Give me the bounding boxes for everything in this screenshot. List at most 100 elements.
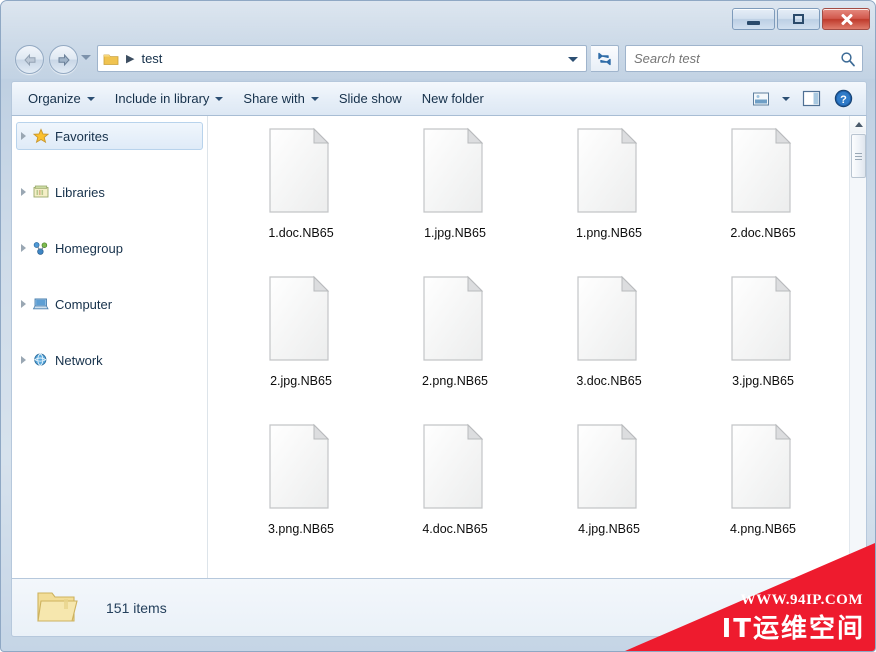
search-icon[interactable] xyxy=(840,51,856,67)
file-name-label: 3.doc.NB65 xyxy=(576,374,642,388)
expand-chevron-icon[interactable] xyxy=(21,132,26,140)
file-name-label: 4.jpg.NB65 xyxy=(578,522,640,536)
sidebar-item-favorites[interactable]: Favorites xyxy=(16,122,203,150)
toolbar-slide-show-button[interactable]: Slide show xyxy=(329,86,412,111)
file-item[interactable]: 2.png.NB65 xyxy=(378,274,532,422)
refresh-button[interactable] xyxy=(591,45,619,72)
expand-chevron-icon[interactable] xyxy=(21,356,26,364)
preview-pane-button[interactable] xyxy=(796,86,826,112)
file-name-label: 1.doc.NB65 xyxy=(268,226,334,240)
file-name-label: 4.doc.NB65 xyxy=(422,522,488,536)
file-item[interactable]: 1.png.NB65 xyxy=(532,126,686,274)
toolbar-right-group: ? xyxy=(746,86,866,112)
toolbar-new-folder-button[interactable]: New folder xyxy=(412,86,494,111)
file-name-label: 3.jpg.NB65 xyxy=(732,374,794,388)
file-grid: 1.doc.NB65 1.jpg.NB65 1.png.NB65 2.doc.N… xyxy=(208,116,866,570)
file-item[interactable]: 3.png.NB65 xyxy=(224,422,378,570)
title-bar xyxy=(1,1,875,39)
toolbar-share-with-label: Share with xyxy=(243,91,305,106)
explorer-window: ▶ test Organize Include in library xyxy=(0,0,876,652)
file-item[interactable]: 1.jpg.NB65 xyxy=(378,126,532,274)
computer-icon xyxy=(32,296,50,312)
blank-document-icon xyxy=(420,274,490,364)
expand-chevron-icon[interactable] xyxy=(21,300,26,308)
toolbar-organize-button[interactable]: Organize xyxy=(18,86,105,111)
file-item[interactable]: 3.doc.NB65 xyxy=(532,274,686,422)
forward-arrow-icon xyxy=(58,53,70,66)
scrollbar-thumb[interactable] xyxy=(851,134,866,178)
sidebar-item-label: Homegroup xyxy=(55,240,123,256)
sidebar-item-label: Libraries xyxy=(55,184,105,200)
sidebar-item-computer[interactable]: Computer xyxy=(16,290,203,318)
file-item[interactable]: 4.jpg.NB65 xyxy=(532,422,686,570)
maximize-button[interactable] xyxy=(777,8,820,30)
help-button[interactable]: ? xyxy=(828,86,858,112)
blank-document-icon xyxy=(420,126,490,216)
change-view-button[interactable] xyxy=(746,86,776,112)
blank-document-icon xyxy=(266,422,336,512)
sidebar-item-libraries[interactable]: Libraries xyxy=(16,178,203,206)
file-item[interactable]: 1.doc.NB65 xyxy=(224,126,378,274)
expand-chevron-icon[interactable] xyxy=(21,244,26,252)
file-name-label: 3.png.NB65 xyxy=(267,522,335,536)
change-view-dropdown-button[interactable] xyxy=(778,86,794,112)
network-icon xyxy=(32,352,50,368)
search-box[interactable] xyxy=(625,45,863,72)
scroll-up-icon xyxy=(854,122,863,127)
minimize-icon xyxy=(747,20,760,25)
search-input[interactable] xyxy=(632,50,840,67)
file-item[interactable]: 2.doc.NB65 xyxy=(686,126,840,274)
caption-button-group xyxy=(732,8,870,30)
forward-button[interactable] xyxy=(49,45,78,74)
sidebar-item-label: Computer xyxy=(55,296,113,312)
sidebar-item-network[interactable]: Network xyxy=(16,346,203,374)
sidebar-item-label: Network xyxy=(55,352,103,368)
preview-pane-icon xyxy=(802,90,820,107)
file-name-label: 1.png.NB65 xyxy=(575,226,643,240)
vertical-scrollbar[interactable] xyxy=(849,116,866,578)
close-button[interactable] xyxy=(822,8,870,30)
change-view-icon xyxy=(753,92,769,105)
sidebar-item-homegroup[interactable]: Homegroup xyxy=(16,234,203,262)
expand-chevron-icon[interactable] xyxy=(21,188,26,196)
blank-document-icon xyxy=(420,422,490,512)
status-item-count: 151 items xyxy=(106,599,167,616)
toolbar-new-folder-label: New folder xyxy=(421,91,484,106)
help-icon: ? xyxy=(834,89,852,108)
file-item[interactable]: 2.jpg.NB65 xyxy=(224,274,378,422)
chevron-down-icon xyxy=(215,96,224,101)
breadcrumb-current-folder[interactable]: test xyxy=(141,51,162,66)
folder-icon xyxy=(103,52,119,66)
libraries-icon xyxy=(32,184,50,200)
file-item[interactable]: 4.png.NB65 xyxy=(686,422,840,570)
svg-text:?: ? xyxy=(840,94,847,106)
star-icon xyxy=(32,128,50,144)
recent-pages-button[interactable] xyxy=(81,55,91,60)
file-item[interactable]: 4.doc.NB65 xyxy=(378,422,532,570)
scroll-up-button[interactable] xyxy=(850,116,866,133)
chevron-down-icon xyxy=(782,96,790,101)
back-button[interactable] xyxy=(15,45,44,74)
toolbar-slide-show-label: Slide show xyxy=(338,91,402,106)
file-name-label: 2.png.NB65 xyxy=(421,374,489,388)
blank-document-icon xyxy=(266,274,336,364)
blank-document-icon xyxy=(266,126,336,216)
breadcrumb-separator[interactable]: ▶ xyxy=(126,52,134,65)
minimize-button[interactable] xyxy=(732,8,775,30)
homegroup-icon xyxy=(32,240,50,256)
blank-document-icon xyxy=(728,274,798,364)
toolbar-organize-label: Organize xyxy=(28,91,81,106)
main-content-area: Favorites Libraries Homegroup Computer N… xyxy=(11,116,867,579)
close-icon xyxy=(840,13,853,26)
file-list-pane[interactable]: 1.doc.NB65 1.jpg.NB65 1.png.NB65 2.doc.N… xyxy=(208,116,866,578)
toolbar-include-in-library-button[interactable]: Include in library xyxy=(105,86,234,111)
file-item[interactable]: 3.jpg.NB65 xyxy=(686,274,840,422)
address-bar[interactable]: ▶ test xyxy=(97,45,587,72)
blank-document-icon xyxy=(574,274,644,364)
blank-document-icon xyxy=(728,422,798,512)
address-dropdown-caret-icon[interactable] xyxy=(568,57,578,62)
status-bar: 151 items xyxy=(11,579,867,637)
toolbar-share-with-button[interactable]: Share with xyxy=(233,86,328,111)
